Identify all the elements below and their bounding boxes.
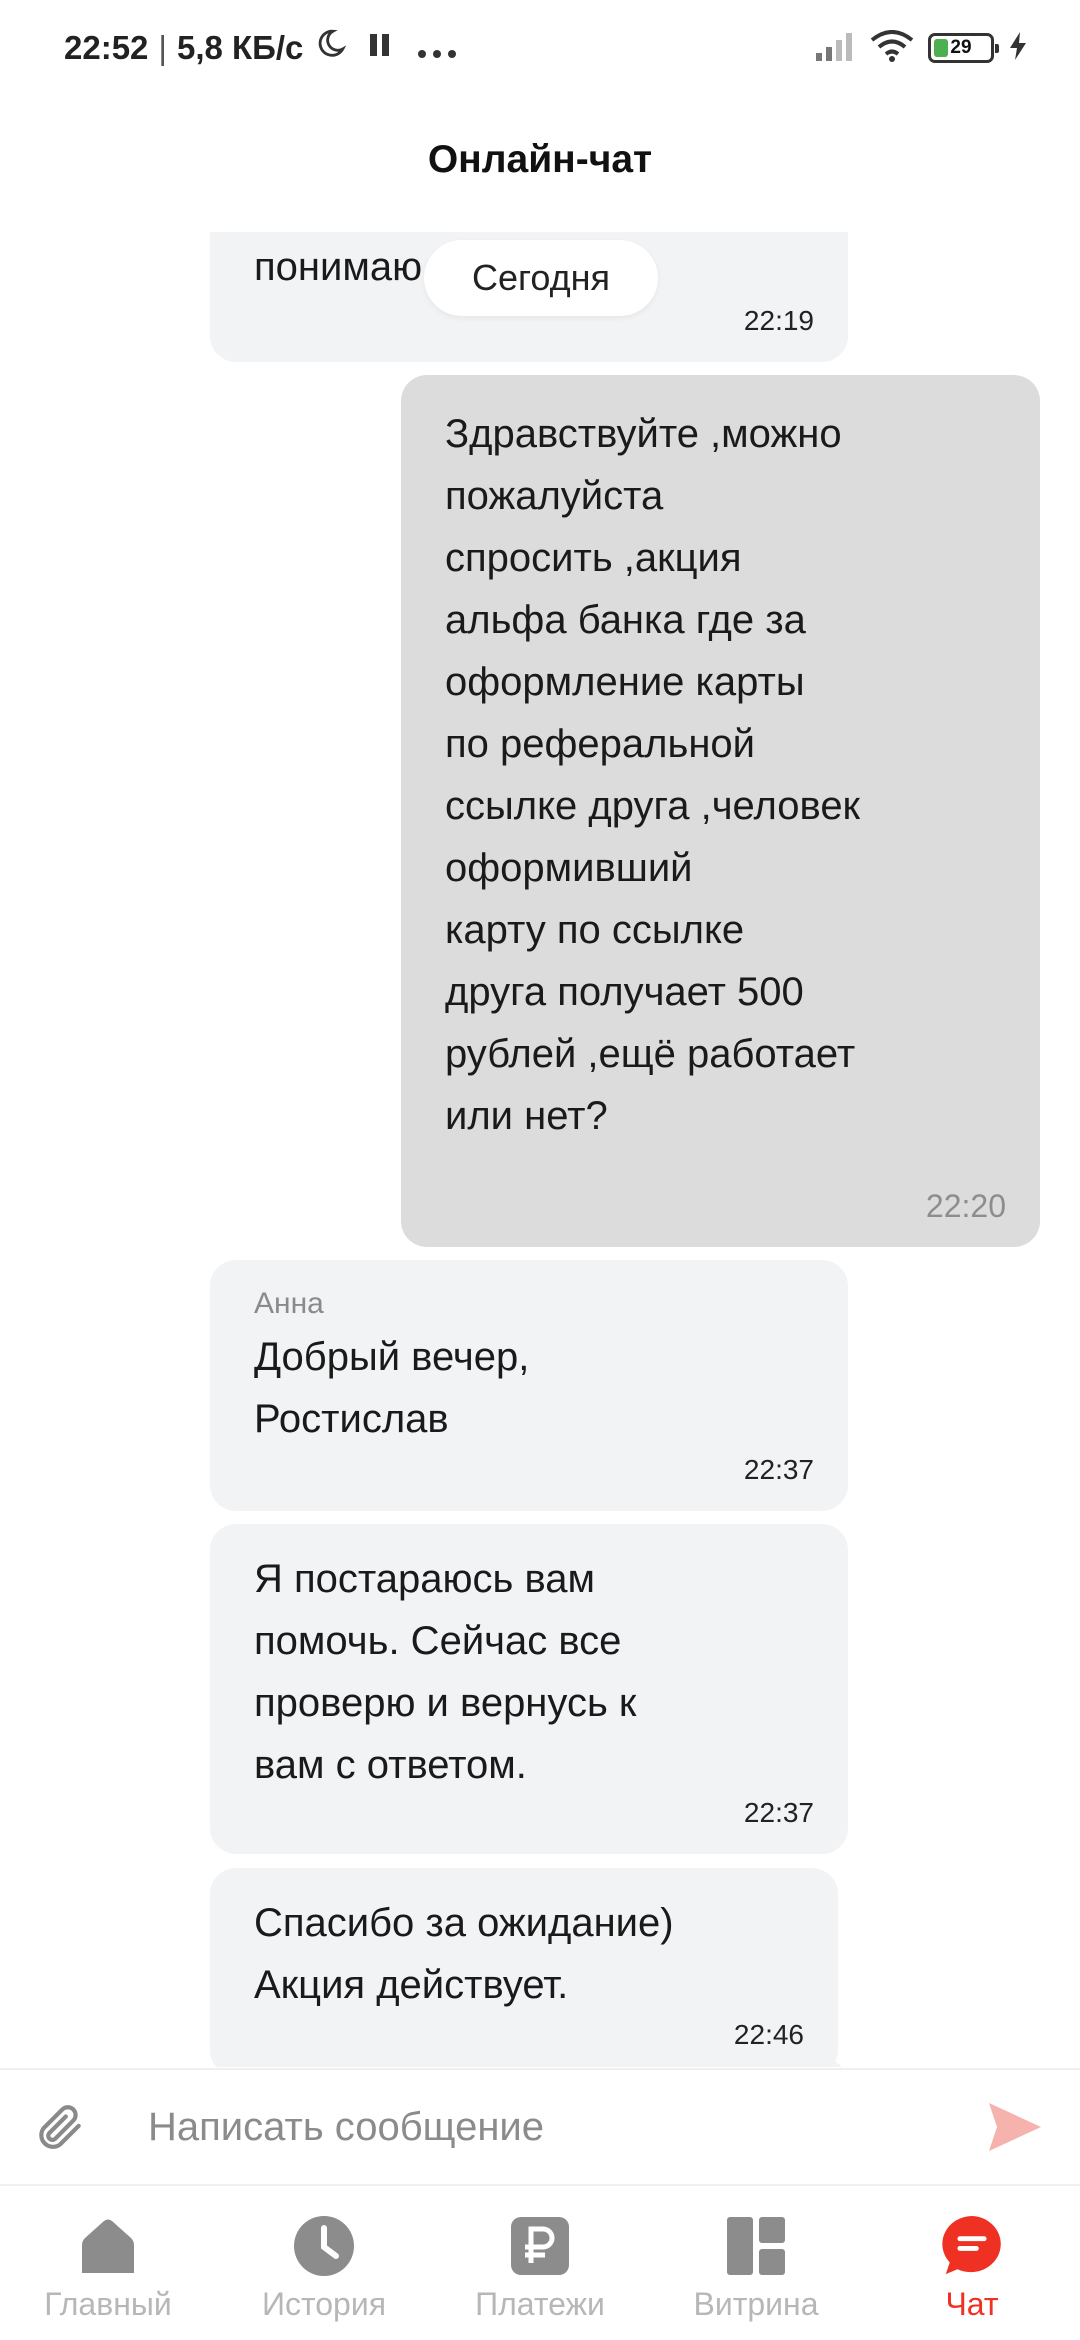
- network-speed: 5,8 КБ/с: [176, 29, 304, 66]
- pause-icon: [367, 29, 393, 67]
- status-separator: |: [158, 29, 167, 66]
- home-icon: [76, 2214, 140, 2278]
- send-icon[interactable]: [980, 2092, 1050, 2162]
- nav-item-history[interactable]: История: [224, 2214, 424, 2323]
- composer-bar: [0, 2068, 1080, 2184]
- battery-icon: 29: [928, 33, 999, 63]
- status-right: 29: [814, 29, 1028, 67]
- message-incoming: Анна Добрый вечер, Ростислав 22:37: [210, 1260, 848, 1511]
- nav-label: Чат: [945, 2286, 999, 2322]
- date-separator: Сегодня: [424, 240, 658, 316]
- message-time: 22:46: [733, 2019, 804, 2050]
- message-time: 22:20: [925, 1188, 1006, 1224]
- paperclip-icon[interactable]: [30, 2097, 90, 2157]
- message-text: Здравствуйте ,можно пожалуйста спросить …: [445, 412, 861, 1138]
- moon-icon: [313, 27, 347, 69]
- message-time: 22:37: [743, 1797, 814, 1828]
- status-left: 22:52 | 5,8 КБ/с: [64, 27, 457, 69]
- message-incoming: Спасибо за ожидание) Акция действует. 22…: [210, 1868, 838, 2067]
- nav-item-payments[interactable]: Платежи: [440, 2214, 640, 2323]
- nav-label: Витрина: [693, 2286, 819, 2322]
- nav-label: Платежи: [475, 2286, 605, 2322]
- charging-icon: [1008, 31, 1028, 66]
- nav-item-showcase[interactable]: Витрина: [656, 2214, 856, 2323]
- message-input[interactable]: [146, 2103, 980, 2151]
- battery-level: 29: [950, 37, 972, 58]
- signal-icon: [814, 31, 856, 66]
- page-title: Онлайн-чат: [427, 138, 653, 181]
- status-time: 22:52: [64, 29, 149, 66]
- message-list[interactable]: понимаю 22:19 Сегодня Здравствуйте ,можн…: [0, 232, 1080, 2067]
- message-time: 22:19: [743, 305, 814, 336]
- message-incoming: Я постараюсь вам помочь. Сейчас все пров…: [210, 1524, 848, 1854]
- message-time: 22:37: [743, 1454, 814, 1485]
- nav-item-home[interactable]: Главный: [8, 2214, 208, 2323]
- message-text: Спасибо за ожидание) Акция действует.: [254, 1901, 674, 2007]
- message-author: Анна: [254, 1287, 324, 1320]
- more-dots-icon: [417, 29, 457, 67]
- chat-header: Онлайн-чат: [0, 110, 1080, 210]
- message-incoming-partial: [210, 2058, 848, 2067]
- nav-label: История: [261, 2286, 387, 2322]
- ruble-icon: [508, 2214, 572, 2278]
- chat-icon: [940, 2214, 1004, 2278]
- bottom-nav: Главный История Платежи Витрина Чат: [0, 2184, 1080, 2340]
- message-outgoing: Здравствуйте ,можно пожалуйста спросить …: [401, 375, 1040, 1247]
- showcase-icon: [724, 2214, 788, 2278]
- wifi-icon: [870, 29, 914, 67]
- message-text: Я постараюсь вам помочь. Сейчас все пров…: [254, 1557, 637, 1787]
- status-bar: 22:52 | 5,8 КБ/с 29: [0, 0, 1080, 96]
- message-text: Добрый вечер, Ростислав: [254, 1335, 530, 1441]
- clock-icon: [292, 2214, 356, 2278]
- nav-item-chat[interactable]: Чат: [872, 2214, 1072, 2323]
- nav-label: Главный: [44, 2286, 172, 2322]
